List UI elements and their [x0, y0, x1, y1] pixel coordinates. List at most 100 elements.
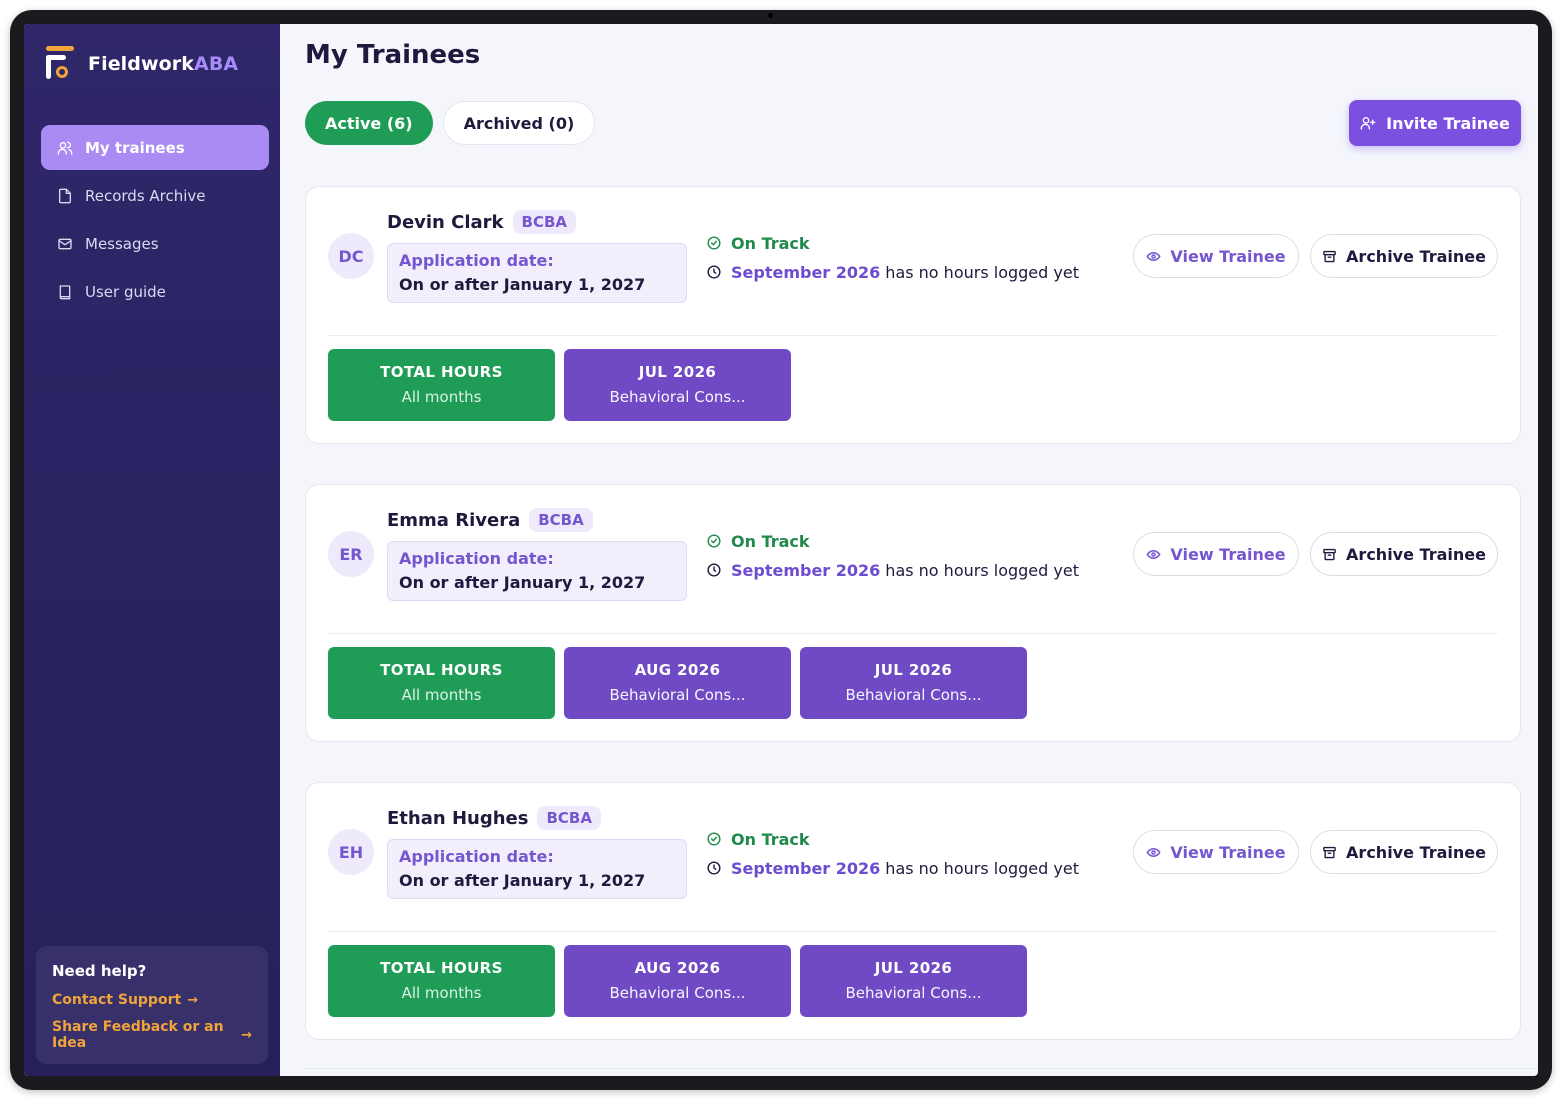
users-icon — [57, 140, 73, 156]
month-chip[interactable]: JUL 2026 Behavioral Cons... — [800, 945, 1027, 1017]
chip-subtitle: Behavioral Cons... — [845, 686, 982, 704]
arrow-right-icon: → — [187, 992, 199, 1008]
contact-support-label: Contact Support — [52, 992, 182, 1008]
tab-archived[interactable]: Archived (0) — [442, 101, 596, 145]
month-chip[interactable]: AUG 2026 Behavioral Cons... — [564, 647, 791, 719]
invite-trainee-label: Invite Trainee — [1386, 113, 1510, 133]
eye-icon — [1146, 251, 1161, 261]
avatar: ER — [328, 531, 374, 577]
chip-title: TOTAL HOURS — [380, 959, 503, 977]
device-frame: FieldworkABA My trainees Records Archive — [10, 10, 1552, 1090]
check-circle-icon — [707, 236, 721, 250]
invite-trainee-button[interactable]: Invite Trainee — [1349, 100, 1521, 146]
contact-support-link[interactable]: Contact Support → — [52, 992, 252, 1008]
clock-icon — [707, 563, 721, 577]
hours-chips: TOTAL HOURS All months JUL 2026 Behavior… — [328, 349, 800, 421]
view-trainee-label: View Trainee — [1170, 544, 1286, 564]
book-icon — [57, 284, 73, 300]
archive-trainee-button[interactable]: Archive Trainee — [1310, 830, 1498, 874]
trainee-name: Emma Rivera — [387, 509, 521, 531]
hours-chips: TOTAL HOURS All months AUG 2026 Behavior… — [328, 945, 1036, 1017]
tab-active[interactable]: Active (6) — [305, 101, 433, 145]
pending-text: has no hours logged yet — [885, 560, 1079, 580]
eye-icon — [1146, 549, 1161, 559]
chip-subtitle: All months — [401, 984, 482, 1002]
view-trainee-button[interactable]: View Trainee — [1133, 532, 1299, 576]
brand-name: FieldworkABA — [88, 53, 238, 75]
month-chip[interactable]: JUL 2026 Behavioral Cons... — [800, 647, 1027, 719]
brand-logo[interactable]: FieldworkABA — [44, 46, 238, 82]
application-date-box: Application date: On or after January 1,… — [387, 541, 687, 601]
archive-trainee-label: Archive Trainee — [1346, 246, 1486, 266]
avatar: EH — [328, 829, 374, 875]
user-plus-icon — [1360, 117, 1376, 130]
clock-icon — [707, 861, 721, 875]
credential-badge: BCBA — [529, 508, 593, 532]
card-divider — [328, 633, 1498, 634]
hours-chips: TOTAL HOURS All months AUG 2026 Behavior… — [328, 647, 1036, 719]
trainee-name: Devin Clark — [387, 211, 504, 233]
sidebar-item-messages[interactable]: Messages — [41, 221, 269, 266]
page-title: My Trainees — [305, 40, 481, 70]
trainee-card: EH Ethan Hughes BCBA Application date: O… — [305, 782, 1521, 1040]
chip-title: JUL 2026 — [874, 661, 953, 679]
mail-icon — [57, 236, 73, 252]
application-date-label: Application date: — [399, 549, 554, 568]
chip-title: JUL 2026 — [874, 959, 953, 977]
share-feedback-label: Share Feedback or an Idea — [52, 1019, 224, 1051]
app-screen: FieldworkABA My trainees Records Archive — [24, 24, 1538, 1076]
status-on-track: On Track — [731, 531, 810, 551]
sidebar-item-label: My trainees — [85, 138, 185, 157]
month-chip[interactable]: AUG 2026 Behavioral Cons... — [564, 945, 791, 1017]
month-chip[interactable]: JUL 2026 Behavioral Cons... — [564, 349, 791, 421]
camera-dot — [768, 13, 773, 18]
chip-subtitle: All months — [401, 388, 482, 406]
sidebar-item-label: User guide — [85, 282, 166, 301]
trainee-status: On Track September 2026 has no hours log… — [707, 827, 1079, 885]
application-date-value: On or after January 1, 2027 — [399, 275, 646, 294]
check-circle-icon — [707, 534, 721, 548]
chip-title: JUL 2026 — [638, 363, 717, 381]
brand-name-accent: ABA — [194, 53, 239, 75]
sidebar-item-user-guide[interactable]: User guide — [41, 269, 269, 314]
application-date-box: Application date: On or after January 1,… — [387, 243, 687, 303]
total-hours-chip[interactable]: TOTAL HOURS All months — [328, 647, 555, 719]
trainee-card: DC Devin Clark BCBA Application date: On… — [305, 186, 1521, 444]
pending-month: September 2026 — [731, 262, 881, 282]
help-title: Need help? — [52, 962, 147, 980]
brand-name-main: Fieldwork — [88, 53, 195, 75]
status-tabs: Active (6) Archived (0) — [305, 101, 605, 145]
chip-subtitle: Behavioral Cons... — [609, 388, 746, 406]
next-card-edge — [305, 1068, 1538, 1076]
total-hours-chip[interactable]: TOTAL HOURS All months — [328, 349, 555, 421]
sidebar-item-my-trainees[interactable]: My trainees — [41, 125, 269, 170]
view-trainee-label: View Trainee — [1170, 842, 1286, 862]
avatar: DC — [328, 233, 374, 279]
application-date-label: Application date: — [399, 847, 554, 866]
view-trainee-button[interactable]: View Trainee — [1133, 830, 1299, 874]
logo-icon — [44, 46, 74, 82]
eye-icon — [1146, 847, 1161, 857]
chip-subtitle: Behavioral Cons... — [609, 984, 746, 1002]
trainee-status: On Track September 2026 has no hours log… — [707, 529, 1079, 587]
status-on-track: On Track — [731, 829, 810, 849]
archive-icon — [1323, 548, 1336, 560]
check-circle-icon — [707, 832, 721, 846]
share-feedback-link[interactable]: Share Feedback or an Idea → — [52, 1019, 252, 1051]
trainee-card: ER Emma Rivera BCBA Application date: On… — [305, 484, 1521, 742]
archive-trainee-button[interactable]: Archive Trainee — [1310, 532, 1498, 576]
application-date-value: On or after January 1, 2027 — [399, 871, 646, 890]
chip-title: AUG 2026 — [634, 959, 721, 977]
document-icon — [57, 188, 73, 204]
view-trainee-label: View Trainee — [1170, 246, 1286, 266]
sidebar-item-label: Records Archive — [85, 186, 206, 205]
pending-text: has no hours logged yet — [885, 262, 1079, 282]
sidebar-item-records-archive[interactable]: Records Archive — [41, 173, 269, 218]
credential-badge: BCBA — [537, 806, 601, 830]
view-trainee-button[interactable]: View Trainee — [1133, 234, 1299, 278]
arrow-right-icon: → — [241, 1027, 252, 1043]
chip-title: TOTAL HOURS — [380, 363, 503, 381]
total-hours-chip[interactable]: TOTAL HOURS All months — [328, 945, 555, 1017]
sidebar-item-label: Messages — [85, 234, 159, 253]
archive-trainee-button[interactable]: Archive Trainee — [1310, 234, 1498, 278]
